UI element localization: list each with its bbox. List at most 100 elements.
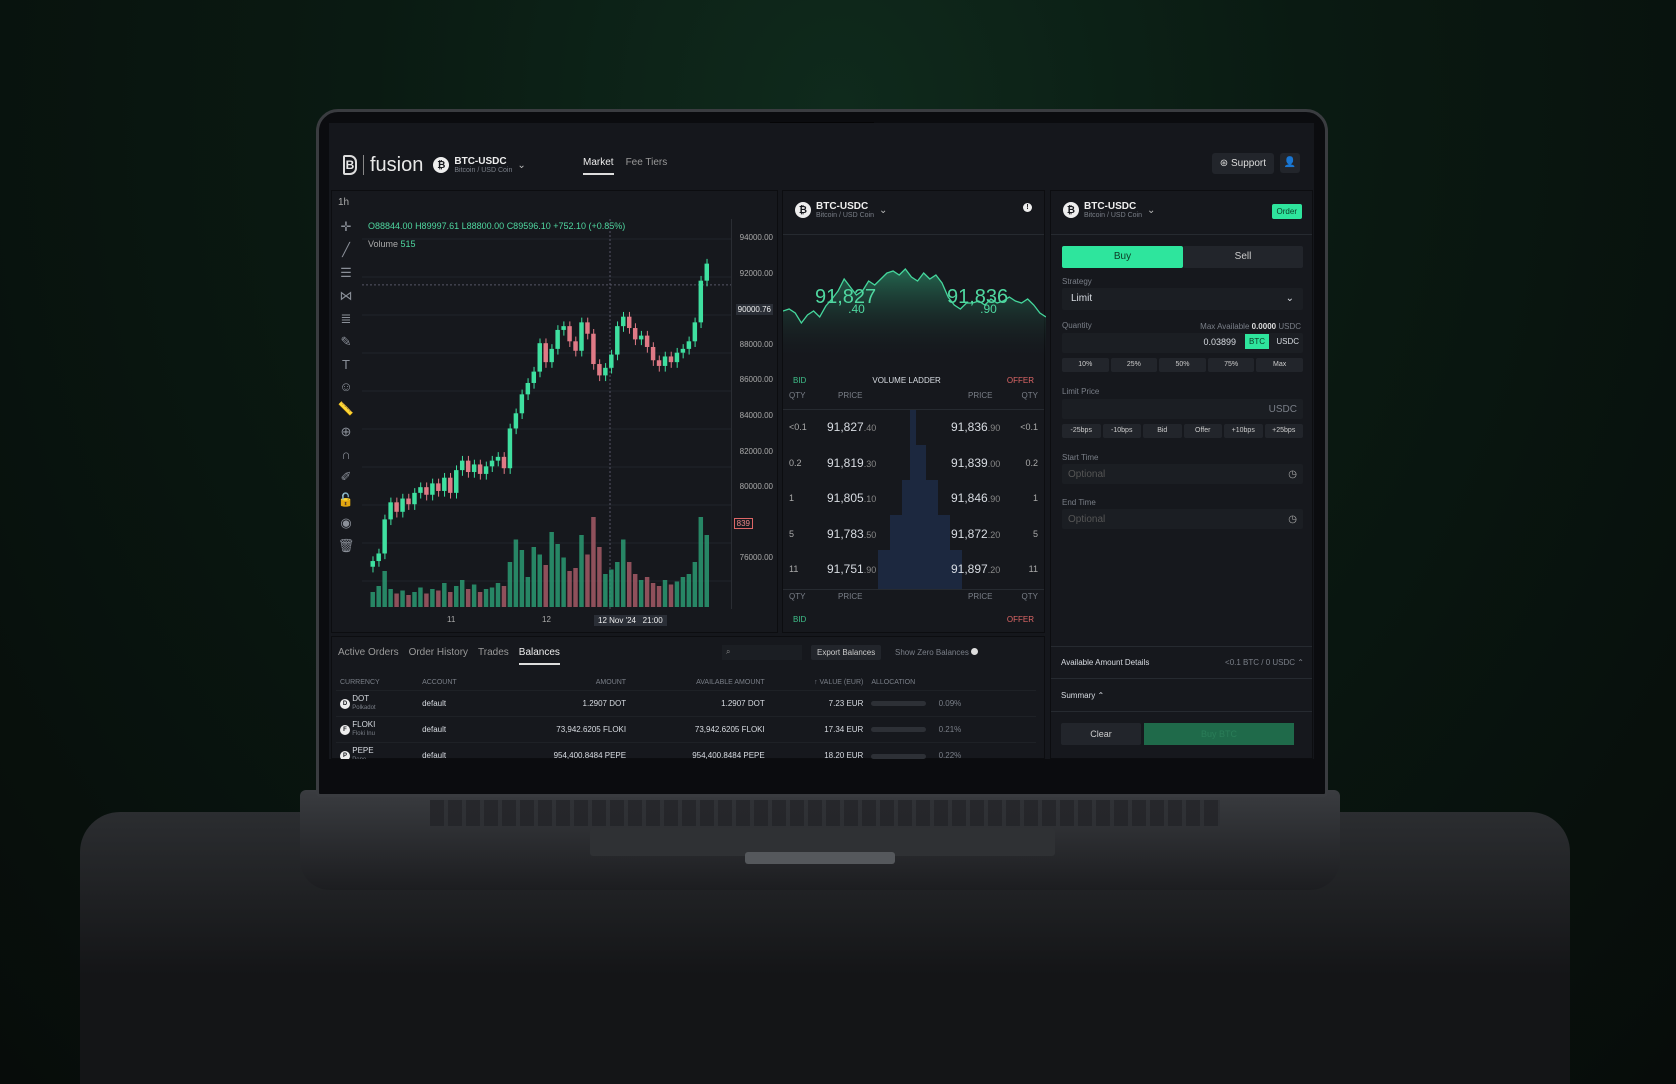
tab-balances[interactable]: Balances: [518, 647, 560, 665]
summary-toggle[interactable]: Summary ⌃: [1061, 691, 1104, 700]
volume-bar: [698, 517, 704, 607]
info-icon[interactable]: !: [1023, 203, 1032, 212]
strategy-select[interactable]: Limit ⌄: [1062, 288, 1303, 310]
logo-icon: B: [343, 155, 357, 175]
limit-price-adjust-buttons: -25bps -10bps Bid Offer +10bps +25bps: [1062, 424, 1303, 438]
bps-button[interactable]: -25bps: [1062, 424, 1101, 438]
fib-icon[interactable]: ≣: [341, 311, 352, 327]
tab-trades[interactable]: Trades: [478, 647, 509, 665]
horizontal-lines-icon[interactable]: ☰: [340, 265, 352, 281]
volume-bar: [519, 550, 525, 607]
zoom-in-icon[interactable]: ⊕: [341, 424, 352, 440]
candle: [394, 502, 399, 512]
candle: [585, 322, 590, 334]
logo[interactable]: Bfusion: [343, 154, 423, 177]
candle: [632, 328, 638, 340]
lock-icon[interactable]: 🔓: [338, 492, 354, 508]
percent-button[interactable]: 25%: [1110, 358, 1158, 372]
main-nav: Market Fee Tiers: [583, 157, 667, 175]
candlestick-plot[interactable]: [362, 219, 732, 609]
volume-ladder-label: VOLUME LADDER: [872, 376, 941, 385]
buy-tab[interactable]: Buy: [1062, 246, 1183, 268]
order-pair-selector[interactable]: ₿ BTC-USDC Bitcoin / USD Coin ⌄: [1063, 201, 1155, 219]
pair-selector[interactable]: ₿ BTC-USDC Bitcoin / USD Coin ⌄: [433, 156, 526, 174]
available-amount-details[interactable]: Available Amount Details <0.1 BTC / 0 USD…: [1061, 658, 1304, 667]
book-pair-selector[interactable]: ₿ BTC-USDC Bitcoin / USD Coin ⌄: [795, 201, 887, 219]
volume-bar: [561, 557, 566, 607]
pencil-lock-icon[interactable]: ✐: [341, 469, 352, 485]
price-chart[interactable]: 1h ✛ ╱ ☰ ⋈ ≣ ✎ T ☺ 📏 ⊕ ∩ ✐ 🔓 ◉ 🗑 O88844.00 H89997.61 L…: [331, 190, 778, 633]
order-badge[interactable]: Order: [1271, 204, 1302, 219]
pattern-icon[interactable]: ⋈: [340, 288, 353, 304]
column-header[interactable]: AMOUNT: [491, 675, 630, 691]
emoji-icon[interactable]: ☺: [339, 379, 352, 394]
column-header[interactable]: ALLOCATION: [867, 675, 1036, 691]
pair-sub: Bitcoin / USD Coin: [816, 212, 874, 219]
column-header[interactable]: CURRENCY: [336, 675, 418, 691]
magnet-icon[interactable]: ∩: [341, 447, 350, 462]
eye-icon[interactable]: ◉: [340, 515, 351, 531]
bps-button[interactable]: -10bps: [1102, 424, 1141, 438]
volume-bar: [525, 577, 531, 607]
percent-button[interactable]: Max: [1256, 358, 1303, 372]
bps-button[interactable]: Bid: [1143, 424, 1182, 438]
tab-fee-tiers[interactable]: Fee Tiers: [626, 157, 668, 175]
candle: [680, 348, 686, 353]
sell-tab[interactable]: Sell: [1183, 246, 1303, 268]
timeframe-selector[interactable]: 1h: [338, 197, 349, 208]
column-header[interactable]: ↑ VALUE (EUR): [769, 675, 868, 691]
screen: Bfusion ₿ BTC-USDC Bitcoin / USD Coin ⌄ Mar…: [329, 123, 1314, 759]
candle: [704, 263, 709, 281]
candle: [501, 456, 507, 469]
percent-button[interactable]: 75%: [1207, 358, 1255, 372]
volume-bar: [573, 568, 578, 607]
unit-usdc-toggle[interactable]: USDC: [1276, 337, 1299, 346]
time-axis[interactable]: 11 12 12 Nov '24 21:00: [362, 611, 732, 631]
volume-bar: [615, 562, 620, 607]
percent-button[interactable]: 50%: [1159, 358, 1206, 372]
clear-button[interactable]: Clear: [1061, 723, 1141, 745]
trendline-icon[interactable]: ╱: [342, 242, 350, 258]
ruler-icon[interactable]: 📏: [338, 401, 354, 417]
balance-row[interactable]: D DOT Polkadot default 1.2907 DOT 1.2907 DOT…: [336, 690, 1036, 717]
unit-btc-toggle[interactable]: BTC: [1245, 334, 1269, 349]
start-time-input[interactable]: Optional ◷: [1062, 464, 1303, 484]
pair-sub: Bitcoin / USD Coin: [1084, 212, 1142, 219]
price-tick: 90000.76: [735, 304, 773, 316]
tab-order-history[interactable]: Order History: [409, 647, 468, 665]
quantity-input[interactable]: 0.03899 BTC USDC: [1062, 333, 1303, 353]
text-icon[interactable]: T: [342, 357, 350, 372]
offer-label: OFFER: [1006, 376, 1034, 385]
export-balances-button[interactable]: Export Balances: [811, 645, 882, 660]
support-button[interactable]: ⊛ Support: [1211, 153, 1274, 174]
volume-bar: [674, 581, 680, 607]
balance-row[interactable]: P PEPEPepedefault954,400.8484 PEPE954,40…: [336, 742, 1036, 759]
crosshair-icon[interactable]: ✛: [341, 219, 352, 235]
tab-active-orders[interactable]: Active Orders: [338, 647, 399, 665]
bps-button[interactable]: +25bps: [1264, 424, 1303, 438]
end-time-input[interactable]: Optional ◷: [1062, 509, 1303, 529]
balance-row[interactable]: F FLOKI Floki Inu default 73,942.6205 FLOKI…: [336, 716, 1036, 743]
user-icon[interactable]: 👤: [1280, 153, 1300, 173]
limit-price-input[interactable]: USDC: [1062, 399, 1303, 419]
price-axis[interactable]: 94000.00 92000.00 90000.76 88000.00 86000.00…: [731, 219, 777, 609]
buy-btc-button[interactable]: Buy BTC: [1144, 723, 1294, 745]
bps-button[interactable]: +10bps: [1224, 424, 1263, 438]
column-header[interactable]: ACCOUNT: [418, 675, 491, 691]
bps-button[interactable]: Offer: [1183, 424, 1222, 438]
volume-bar: [471, 584, 477, 607]
candle: [662, 356, 668, 366]
tab-market[interactable]: Market: [583, 157, 614, 175]
brush-icon[interactable]: ✎: [341, 334, 352, 350]
percent-button[interactable]: 10%: [1062, 358, 1109, 372]
balances-panel: Active Orders Order History Trades Balances…: [331, 636, 1045, 759]
search-input[interactable]: ⌕: [722, 645, 802, 660]
candle: [573, 341, 578, 351]
show-zero-toggle[interactable]: Show Zero Balances: [895, 648, 979, 657]
trash-icon[interactable]: 🗑: [338, 538, 355, 554]
volume-bar: [489, 587, 495, 607]
volume-bar: [495, 583, 501, 607]
pair-name: BTC-USDC: [454, 156, 507, 167]
column-header[interactable]: AVAILABLE AMOUNT: [630, 675, 769, 691]
bitcoin-icon: ₿: [433, 157, 450, 173]
